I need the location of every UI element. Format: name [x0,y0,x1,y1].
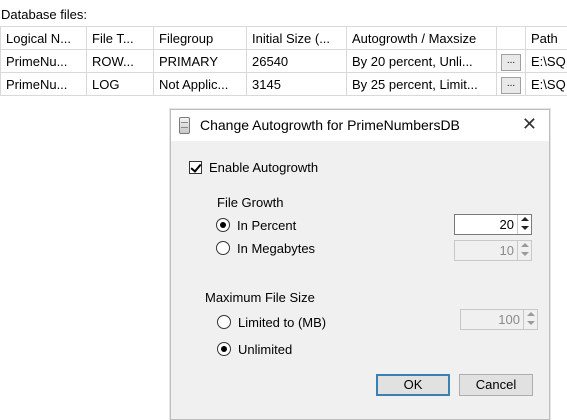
in-percent-label[interactable]: In Percent [237,218,296,233]
ok-button[interactable]: OK [376,374,450,396]
spin-up-icon[interactable] [518,215,531,224]
spin-up-icon [524,310,537,319]
column-header-autogrowth[interactable]: Autogrowth / Maxsize [346,26,497,50]
cell-browse: ... [496,49,526,73]
cell-autogrowth[interactable]: By 20 percent, Unli... [346,49,497,73]
limited-to-stepper: 100 [460,309,538,330]
column-header-initial-size[interactable]: Initial Size (... [246,26,347,50]
cell-filegroup[interactable]: PRIMARY [153,49,247,73]
cell-autogrowth[interactable]: By 25 percent, Limit... [346,72,497,96]
cell-file-type[interactable]: ROW... [86,49,154,73]
in-megabytes-label[interactable]: In Megabytes [237,241,315,256]
dialog-title: Change Autogrowth for PrimeNumbersDB [200,117,460,133]
in-megabytes-radio[interactable] [216,241,230,255]
column-header-path[interactable]: Path [525,26,567,50]
cell-browse: ... [496,72,526,96]
column-header-file-type[interactable]: File T... [86,26,154,50]
cell-logical-name[interactable]: PrimeNu... [0,49,87,73]
enable-autogrowth-label[interactable]: Enable Autogrowth [209,160,318,175]
cell-file-type[interactable]: LOG [86,72,154,96]
cell-path[interactable]: E:\SQ [525,49,567,73]
dialog-titlebar[interactable]: Change Autogrowth for PrimeNumbersDB ✕ [171,110,549,141]
spin-down-icon[interactable] [518,224,531,233]
limited-to-label[interactable]: Limited to (MB) [238,315,326,330]
database-files-label: Database files: [1,7,87,22]
column-header-logical-name[interactable]: Logical N... [0,26,87,50]
cell-initial-size[interactable]: 26540 [246,49,347,73]
in-percent-radio[interactable] [216,218,230,232]
cell-initial-size[interactable]: 3145 [246,72,347,96]
close-icon[interactable]: ✕ [522,114,537,134]
autogrowth-browse-button[interactable]: ... [501,54,521,71]
grid-header-row: Logical N... File T... Filegroup Initial… [0,26,567,50]
table-row[interactable]: PrimeNu... ROW... PRIMARY 26540 By 20 pe… [0,49,567,73]
file-growth-heading: File Growth [217,195,284,210]
cancel-button[interactable]: Cancel [459,374,533,396]
unlimited-label[interactable]: Unlimited [238,342,292,357]
spin-down-icon [524,319,537,328]
limited-to-value: 100 [498,312,520,327]
column-header-browse [496,26,526,50]
in-percent-stepper[interactable]: 20 [454,214,532,235]
in-megabytes-value: 10 [499,243,514,258]
cell-filegroup[interactable]: Not Applic... [153,72,247,96]
change-autogrowth-dialog: Change Autogrowth for PrimeNumbersDB ✕ E… [170,109,550,420]
in-percent-value: 20 [499,217,514,232]
unlimited-radio[interactable] [217,342,231,356]
database-file-icon [179,117,190,134]
maximum-file-size-heading: Maximum File Size [205,290,315,305]
database-files-grid: Logical N... File T... Filegroup Initial… [0,26,567,96]
table-row[interactable]: PrimeNu... LOG Not Applic... 3145 By 25 … [0,72,567,96]
spin-up-icon [518,241,531,250]
spin-down-icon [518,250,531,259]
in-megabytes-stepper: 10 [454,240,532,261]
autogrowth-browse-button[interactable]: ... [501,77,521,94]
cell-logical-name[interactable]: PrimeNu... [0,72,87,96]
enable-autogrowth-checkbox[interactable] [189,161,202,174]
column-header-filegroup[interactable]: Filegroup [153,26,247,50]
limited-to-radio[interactable] [217,315,231,329]
cell-path[interactable]: E:\SQ [525,72,567,96]
